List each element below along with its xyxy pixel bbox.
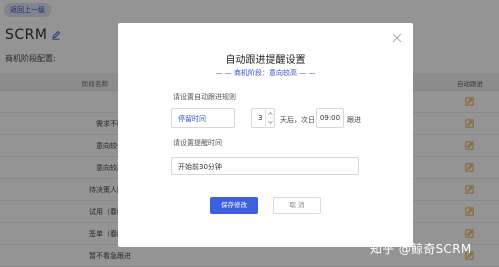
- close-icon[interactable]: [392, 33, 402, 43]
- watermark: 知乎 @鲸奇SCRM: [370, 242, 472, 256]
- stepper-arrows-icon[interactable]: [266, 109, 275, 127]
- follow-text: 跟进: [347, 116, 361, 124]
- rule-label: 请设置自动跟进规则: [173, 93, 236, 101]
- days-stepper[interactable]: [265, 109, 275, 127]
- days-value: 3: [258, 114, 263, 122]
- dialog-title: 自动跟进提醒设置: [225, 55, 306, 66]
- time-input[interactable]: 09:00: [316, 108, 344, 128]
- remind-time-select[interactable]: 开始前30分钟: [171, 157, 359, 175]
- remind-time-label: 请设置提醒时间: [173, 139, 222, 147]
- rule-type-select[interactable]: 停留时间: [171, 108, 235, 128]
- cancel-button[interactable]: 取 消: [273, 197, 321, 214]
- days-suffix-text: 天后，次日: [280, 116, 315, 124]
- dialog-subtitle: — — 商机阶段：意向较高 — —: [215, 69, 316, 77]
- follow-up-reminder-dialog: 自动跟进提醒设置 — — 商机阶段：意向较高 — — 请设置自动跟进规则 停留时…: [118, 23, 413, 247]
- save-button[interactable]: 保存修改: [210, 197, 258, 214]
